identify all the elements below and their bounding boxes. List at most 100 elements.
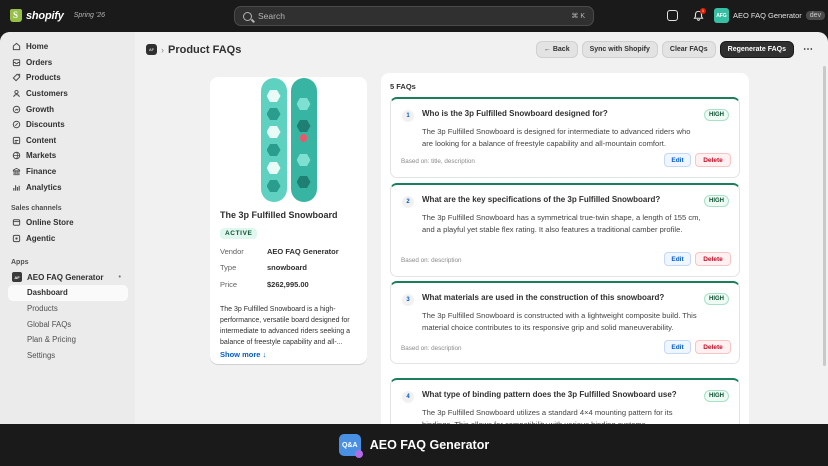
notification-badge: 1 bbox=[700, 8, 706, 14]
product-description: The 3p Fulfilled Snowboard is a high-per… bbox=[220, 305, 350, 346]
faq-question: What type of binding pattern does the 3p… bbox=[422, 390, 677, 399]
faq-question: What materials are used in the construct… bbox=[422, 293, 665, 302]
vendor-label: Vendor bbox=[220, 246, 244, 256]
faq-answer: The 3p Fulfilled Snowboard has a symmetr… bbox=[422, 213, 701, 234]
faq-number: 3 bbox=[402, 294, 414, 306]
pin-icon[interactable]: • bbox=[119, 274, 121, 281]
faq-number: 1 bbox=[402, 110, 414, 122]
apps-heading: Apps bbox=[11, 259, 29, 267]
store-dev-tag: dev bbox=[805, 11, 826, 20]
scrollbar-thumb[interactable] bbox=[823, 66, 826, 366]
store-icon[interactable] bbox=[667, 10, 678, 21]
top-bar: shopify Spring '26 Search ⌘ K 1 AFG AEO … bbox=[0, 0, 828, 32]
chevron-right-icon: › bbox=[161, 44, 164, 55]
sidebar: Home Orders Products Customers Growth Di… bbox=[0, 32, 135, 424]
faq-panel: 5 FAQs 1 Who is the 3p Fulfilled Snowboa… bbox=[381, 73, 749, 424]
store-name: AEO FAQ Generator bbox=[733, 11, 802, 20]
vendor-row: Vendor AEO FAQ Generator bbox=[220, 247, 357, 256]
price-value: $262,995.00 bbox=[267, 279, 309, 289]
analytics-icon bbox=[12, 183, 21, 192]
online-store-icon bbox=[12, 218, 21, 227]
product-image bbox=[220, 77, 357, 203]
sidebar-subitem-global-faqs[interactable]: Global FAQs bbox=[0, 316, 135, 332]
faq-card: 2 What are the key specifications of the… bbox=[390, 183, 740, 277]
search-bar[interactable]: Search ⌘ K bbox=[234, 6, 594, 26]
faq-source: Based on: title, description bbox=[401, 158, 475, 165]
product-card: The 3p Fulfilled Snowboard ACTIVE Vendor… bbox=[210, 77, 367, 364]
qa-app-icon: Q&A bbox=[338, 434, 363, 458]
faq-number: 2 bbox=[402, 196, 414, 208]
agentic-icon bbox=[12, 234, 21, 243]
brand-name: shopify bbox=[26, 9, 64, 22]
faq-answer: The 3p Fulfilled Snowboard is constructe… bbox=[422, 311, 697, 332]
priority-badge: HIGH bbox=[704, 390, 729, 402]
sidebar-item-label: Customers bbox=[26, 89, 68, 99]
finance-icon bbox=[12, 167, 21, 176]
regenerate-faqs-button[interactable]: Regenerate FAQs bbox=[719, 41, 794, 58]
show-more-link[interactable]: Show more ↓ bbox=[220, 350, 357, 359]
sidebar-item-growth[interactable]: Growth bbox=[0, 101, 135, 117]
sidebar-item-label: Orders bbox=[26, 57, 53, 67]
search-placeholder: Search bbox=[258, 11, 285, 21]
page-title: Product FAQs bbox=[168, 43, 242, 56]
sidebar-subitem-dashboard[interactable]: Dashboard bbox=[8, 285, 128, 301]
store-switcher[interactable]: AFG AEO FAQ Generator dev bbox=[714, 8, 826, 23]
priority-badge: HIGH bbox=[704, 109, 729, 121]
sidebar-item-home[interactable]: Home bbox=[0, 39, 135, 55]
price-row: Price $262,995.00 bbox=[220, 280, 357, 289]
faq-question: Who is the 3p Fulfilled Snowboard design… bbox=[422, 109, 608, 118]
back-button[interactable]: ← Back bbox=[535, 41, 578, 58]
sidebar-app-aeo-faq-generator[interactable]: AF AEO FAQ Generator • bbox=[0, 269, 135, 285]
sidebar-item-analytics[interactable]: Analytics bbox=[0, 179, 135, 195]
faq-card: 3 What materials are used in the constru… bbox=[390, 281, 740, 364]
sidebar-item-content[interactable]: Content bbox=[0, 133, 135, 149]
content-icon bbox=[12, 136, 21, 145]
edit-button[interactable]: Edit bbox=[664, 252, 691, 266]
sidebar-item-label: Products bbox=[26, 73, 61, 83]
sidebar-item-finance[interactable]: Finance bbox=[0, 164, 135, 180]
sidebar-item-products[interactable]: Products bbox=[0, 70, 135, 86]
sidebar-item-markets[interactable]: Markets bbox=[0, 148, 135, 164]
delete-button[interactable]: Delete bbox=[695, 153, 731, 167]
priority-badge: HIGH bbox=[704, 195, 729, 207]
product-name: The 3p Fulfilled Snowboard bbox=[220, 210, 338, 220]
snowboard-image-front bbox=[260, 78, 287, 202]
snowboard-image-back bbox=[290, 78, 317, 202]
sidebar-item-label: Finance bbox=[26, 167, 57, 177]
home-icon bbox=[12, 42, 21, 51]
sidebar-item-label: Agentic bbox=[26, 233, 56, 243]
app-icon: AF bbox=[12, 272, 22, 283]
more-actions-button[interactable]: ⋯ bbox=[798, 41, 818, 58]
delete-button[interactable]: Delete bbox=[695, 340, 731, 354]
sidebar-item-discounts[interactable]: Discounts bbox=[0, 117, 135, 133]
edit-button[interactable]: Edit bbox=[664, 340, 691, 354]
sync-button[interactable]: Sync with Shopify bbox=[581, 41, 658, 58]
shopify-logo[interactable]: shopify Spring '26 bbox=[10, 9, 105, 22]
sidebar-item-online-store[interactable]: Online Store bbox=[0, 215, 135, 231]
edit-button[interactable]: Edit bbox=[664, 153, 691, 167]
sidebar-subitem-products[interactable]: Products bbox=[0, 301, 135, 317]
type-row: Type snowboard bbox=[220, 263, 357, 272]
clear-faqs-button[interactable]: Clear FAQs bbox=[661, 41, 716, 58]
sidebar-item-label: Discounts bbox=[26, 120, 65, 130]
faq-card: 4 What type of binding pattern does the … bbox=[390, 378, 740, 424]
sidebar-item-agentic[interactable]: Agentic bbox=[0, 231, 135, 247]
search-shortcut: ⌘ K bbox=[571, 13, 585, 20]
sidebar-item-label: Online Store bbox=[26, 218, 74, 228]
page-header: AF › Product FAQs ← Back Sync with Shopi… bbox=[146, 41, 818, 58]
header-actions: ← Back Sync with Shopify Clear FAQs Rege… bbox=[535, 41, 818, 58]
sidebar-subitem-settings[interactable]: Settings bbox=[0, 348, 135, 364]
sidebar-subitem-plan-pricing[interactable]: Plan & Pricing bbox=[0, 332, 135, 348]
store-avatar: AFG bbox=[714, 8, 729, 23]
growth-icon bbox=[12, 105, 21, 114]
sidebar-item-orders[interactable]: Orders bbox=[0, 55, 135, 71]
scrollbar[interactable] bbox=[823, 56, 827, 421]
sidebar-item-customers[interactable]: Customers bbox=[0, 86, 135, 102]
app-breadcrumb-icon[interactable]: AF bbox=[146, 44, 157, 55]
delete-button[interactable]: Delete bbox=[695, 252, 731, 266]
search-icon bbox=[243, 11, 252, 21]
app-name: AEO FAQ Generator bbox=[27, 272, 104, 282]
orders-icon bbox=[12, 58, 21, 67]
customers-icon bbox=[12, 89, 21, 98]
faq-card: 1 Who is the 3p Fulfilled Snowboard desi… bbox=[390, 97, 740, 178]
